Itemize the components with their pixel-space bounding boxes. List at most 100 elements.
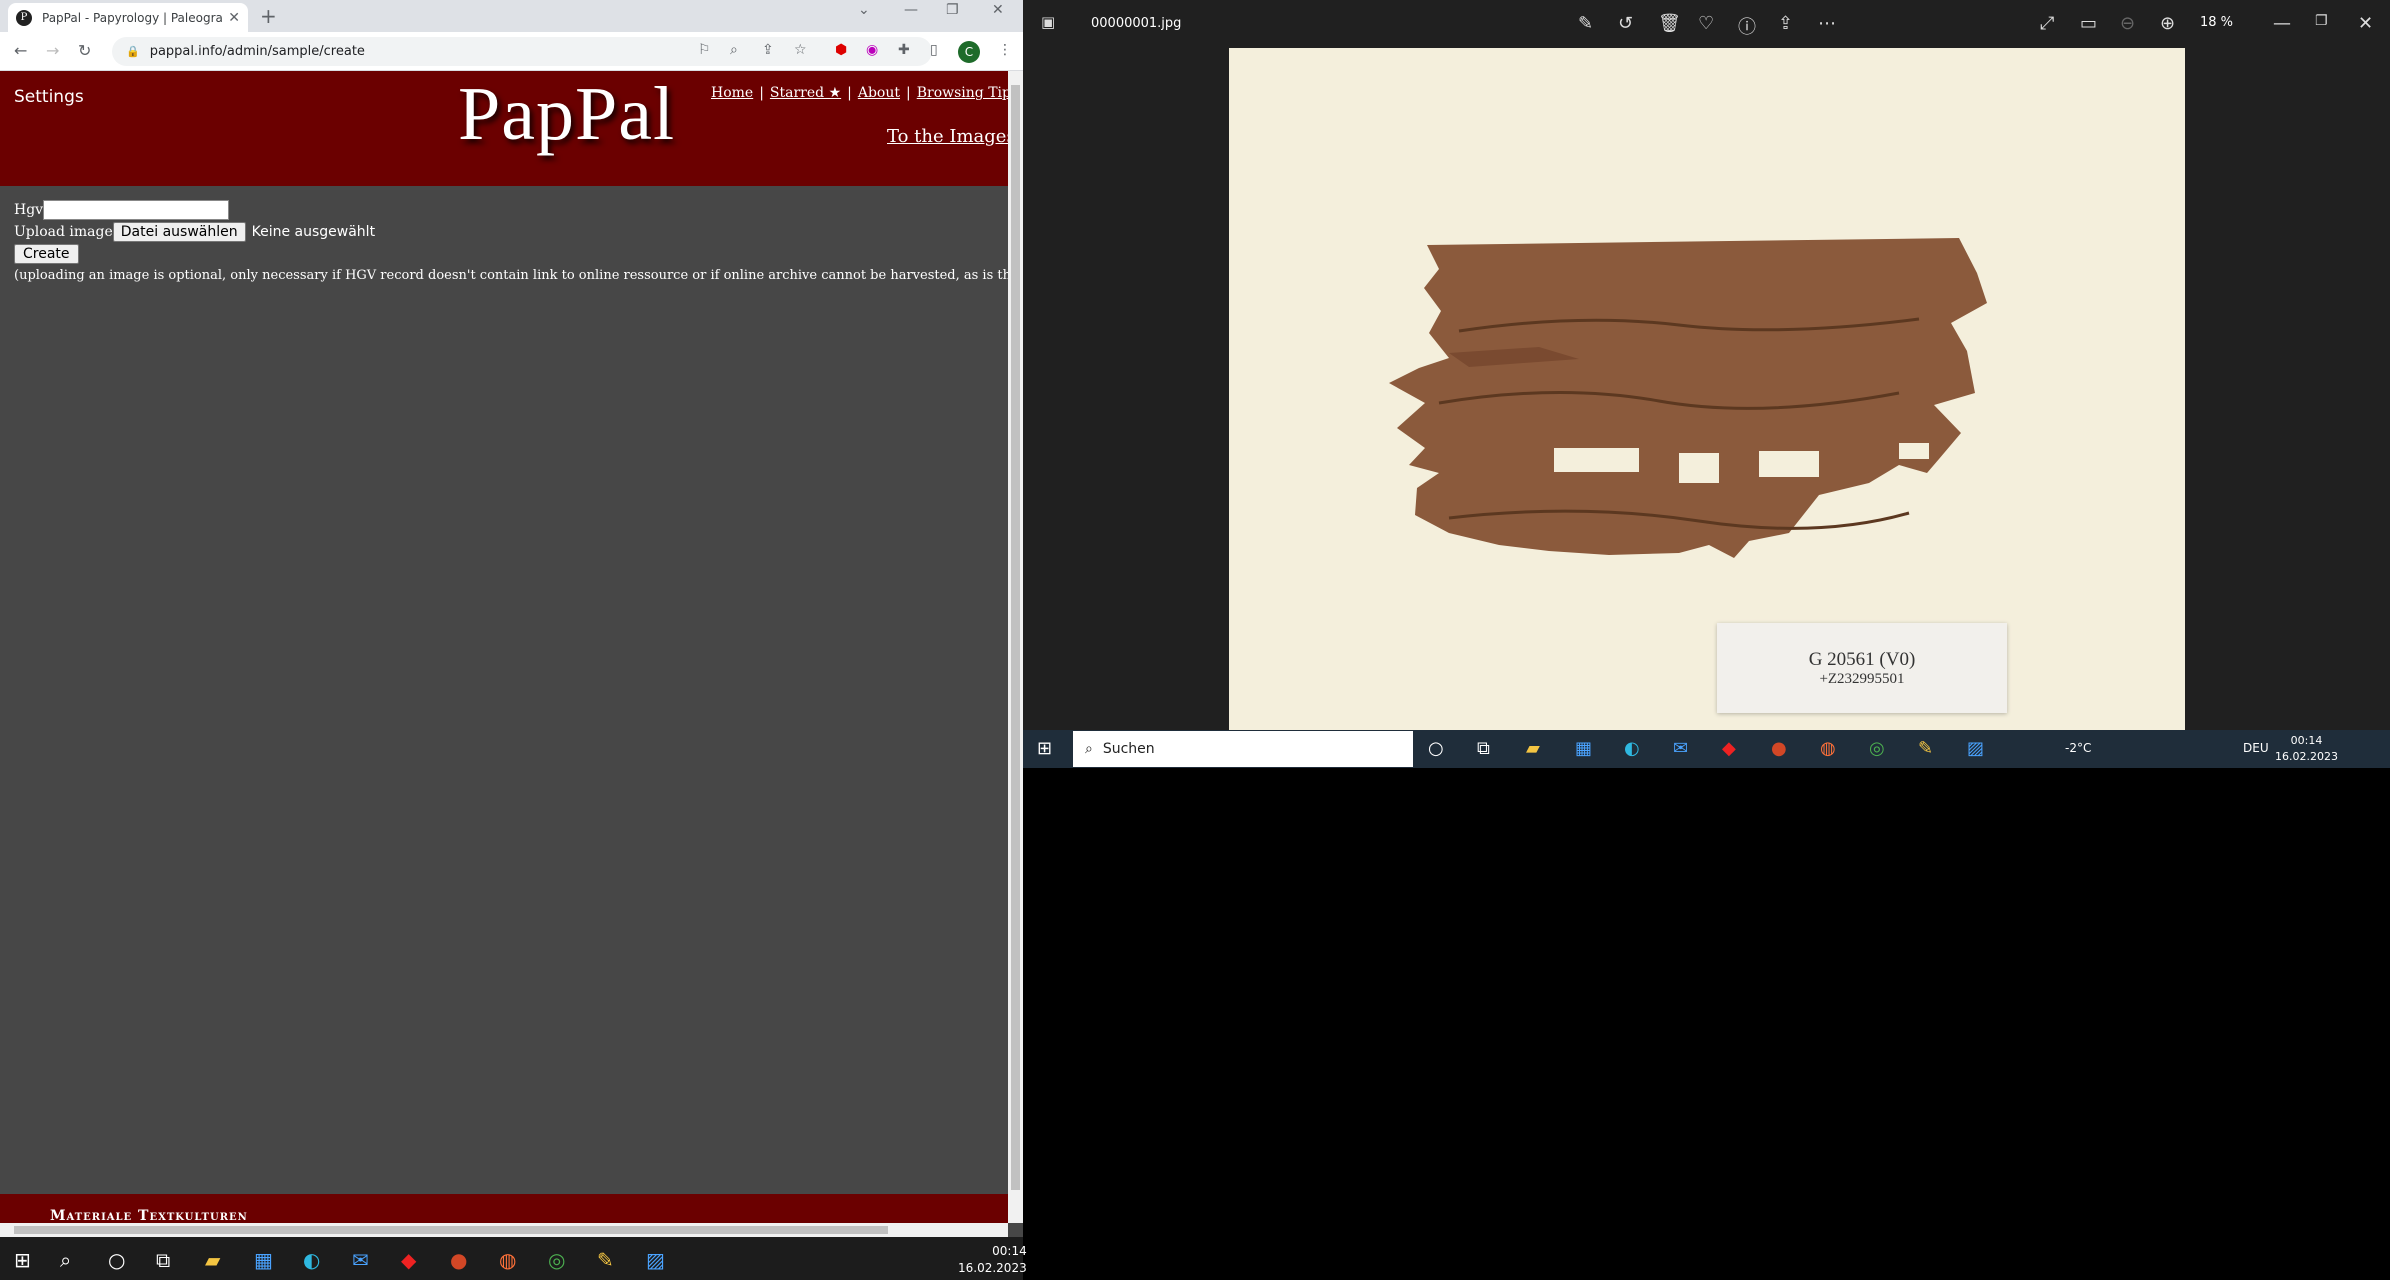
zoom-in-icon[interactable]: ⊕	[2160, 13, 2175, 34]
horizontal-scroll-thumb[interactable]	[14, 1226, 888, 1234]
file-explorer-icon[interactable]: ▰	[205, 1248, 220, 1272]
firefox-icon[interactable]: ◍	[499, 1248, 516, 1272]
acrobat-icon[interactable]: ◆	[1722, 738, 1736, 759]
extension-red-icon[interactable]: ⬢	[835, 42, 847, 58]
taskbar-search-box[interactable]: ⌕ Suchen	[1073, 731, 1413, 767]
inventory-number: G 20561 (V0)	[1808, 649, 1916, 670]
chrome-window: P PapPal - Papyrology | Paleography ✕ + …	[0, 0, 1023, 1237]
side-panel-icon[interactable]: ▯	[930, 42, 938, 58]
inner-clock[interactable]: 00:14 16.02.2023	[2275, 733, 2338, 765]
cortana-icon[interactable]: ○	[1428, 738, 1444, 759]
minimize-icon[interactable]: —	[2273, 13, 2291, 34]
photos-titlebar: ▣ 00000001.jpg ✎ ↺ 🗑 ♡ ⓘ ⇪ ⋯ ⤢ ▭ ⊖ ⊕ 18 …	[1023, 0, 2390, 48]
top-navigation: Home|Starred ★|About|Browsing Tips|G	[711, 85, 1008, 101]
hgv-input[interactable]	[43, 200, 230, 220]
menu-dots-icon[interactable]: ⋮	[998, 42, 1012, 58]
more-options-icon[interactable]: ⋯	[1818, 13, 1836, 34]
create-button[interactable]: Create	[14, 244, 79, 264]
bookmark-star-icon[interactable]: ☆	[794, 42, 807, 58]
restore-icon[interactable]: ❐	[2315, 13, 2328, 29]
extensions-puzzle-icon[interactable]: ✚	[898, 42, 910, 58]
zoom-out-icon[interactable]: ⊖	[2120, 13, 2135, 34]
new-tab-button[interactable]: +	[260, 4, 277, 28]
upload-image-label: Upload image	[14, 224, 113, 240]
footer-text: Materiale Textkulturen	[50, 1208, 248, 1223]
firefox-icon[interactable]: ◍	[1820, 738, 1836, 759]
clock[interactable]: 00:14 16.02.2023	[958, 1243, 1027, 1277]
zoom-level: 18 %	[2200, 15, 2234, 30]
zoom-icon[interactable]: ⌕	[730, 42, 738, 58]
weather-text[interactable]: -2°C	[2065, 741, 2091, 755]
settings-link[interactable]: Settings	[14, 87, 84, 107]
barcode-number: +Z232995501	[1819, 671, 1905, 687]
clock-time: 00:14	[992, 1244, 1027, 1258]
chrome-icon[interactable]: ◎	[548, 1248, 565, 1272]
papyrus-scan-image: G 20561 (V0) +Z232995501	[1229, 48, 2185, 730]
inner-date: 16.02.2023	[2275, 750, 2338, 763]
no-file-selected-text: Keine ausgewählt	[251, 224, 376, 240]
close-window-icon[interactable]: ✕	[2358, 13, 2373, 34]
nav-starred[interactable]: Starred ★	[770, 85, 841, 101]
vertical-scroll-thumb[interactable]	[1011, 85, 1020, 1190]
mail-icon[interactable]: ✉	[352, 1248, 369, 1272]
notes-icon[interactable]: ✎	[597, 1248, 614, 1272]
fullscreen-icon[interactable]: ⤢	[2040, 13, 2054, 34]
to-the-images-link[interactable]: To the Images ...	[887, 126, 1008, 147]
address-bar[interactable]: 🔒 pappal.info/admin/sample/create	[112, 37, 932, 66]
nav-browsing-tips[interactable]: Browsing Tips	[917, 85, 1008, 101]
mail-icon[interactable]: ✉	[1673, 738, 1688, 759]
store-icon[interactable]: ▦	[254, 1248, 273, 1272]
edge-icon[interactable]: ◐	[1624, 738, 1640, 759]
info-icon[interactable]: ⓘ	[1738, 13, 1756, 39]
cortana-icon[interactable]: ○	[108, 1248, 125, 1272]
empty-desktop-area	[1023, 768, 2390, 1280]
search-placeholder: Suchen	[1102, 741, 1155, 757]
photos-icon[interactable]: ▨	[646, 1248, 665, 1272]
extension-purple-icon[interactable]: ◉	[866, 42, 878, 58]
language-indicator[interactable]: DEU	[2243, 741, 2269, 755]
edge-icon[interactable]: ◐	[303, 1248, 320, 1272]
store-icon[interactable]: ▦	[1575, 738, 1592, 759]
chrome-icon[interactable]: ◎	[1869, 738, 1885, 759]
edit-image-icon[interactable]: ✎	[1578, 13, 1593, 34]
back-icon[interactable]: ←	[14, 41, 27, 60]
powerpoint-icon[interactable]: ●	[1771, 738, 1787, 759]
search-icon[interactable]: ⌕	[60, 1248, 71, 1272]
upload-note: (uploading an image is optional, only ne…	[14, 268, 1008, 283]
share-icon[interactable]: ⇪	[762, 42, 774, 58]
horizontal-scrollbar[interactable]	[0, 1223, 1008, 1237]
minimize-icon[interactable]: —	[904, 2, 918, 18]
profile-avatar[interactable]: C	[958, 41, 980, 63]
reload-icon[interactable]: ↻	[78, 41, 91, 60]
photos-icon[interactable]: ▨	[1967, 738, 1984, 759]
actual-size-icon[interactable]: ▭	[2080, 13, 2097, 34]
hgv-label: Hgv	[14, 202, 44, 218]
task-view-icon[interactable]: ⧉	[156, 1248, 170, 1272]
restore-icon[interactable]: ❐	[946, 2, 959, 18]
task-view-icon[interactable]: ⧉	[1477, 738, 1490, 759]
choose-file-button[interactable]: Datei auswählen	[112, 222, 246, 242]
start-icon[interactable]: ⊞	[14, 1248, 31, 1272]
forward-icon[interactable]: →	[46, 41, 59, 60]
site-logo[interactable]: PapPal	[458, 71, 675, 158]
rotate-icon[interactable]: ↺	[1618, 13, 1633, 34]
browser-tab[interactable]: P PapPal - Papyrology | Paleography ✕	[8, 3, 248, 32]
close-tab-icon[interactable]: ✕	[228, 10, 240, 26]
file-explorer-icon[interactable]: ▰	[1526, 738, 1540, 759]
vertical-scrollbar[interactable]	[1008, 71, 1023, 1223]
translate-icon[interactable]: ⚐	[698, 42, 711, 58]
share-icon[interactable]: ⇪	[1778, 13, 1793, 34]
favorite-heart-icon[interactable]: ♡	[1698, 13, 1714, 34]
notes-icon[interactable]: ✎	[1918, 738, 1933, 759]
powerpoint-icon[interactable]: ●	[450, 1248, 467, 1272]
close-window-icon[interactable]: ✕	[992, 2, 1004, 18]
windows-taskbar: ⊞ ⌕ ○ ⧉ ▰ ▦ ◐ ✉ ◆ ● ◍ ◎ ✎ ▨ 00:14 16.02.…	[0, 1237, 1027, 1280]
tab-search-icon[interactable]: ⌄	[858, 2, 870, 18]
nav-about[interactable]: About	[858, 85, 900, 101]
inner-time: 00:14	[2290, 734, 2323, 747]
nav-home[interactable]: Home	[711, 85, 753, 101]
acrobat-icon[interactable]: ◆	[401, 1248, 416, 1272]
delete-icon[interactable]: 🗑	[1658, 13, 1681, 34]
start-icon[interactable]: ⊞	[1037, 738, 1052, 759]
papyrus-fragment	[1389, 238, 1987, 558]
